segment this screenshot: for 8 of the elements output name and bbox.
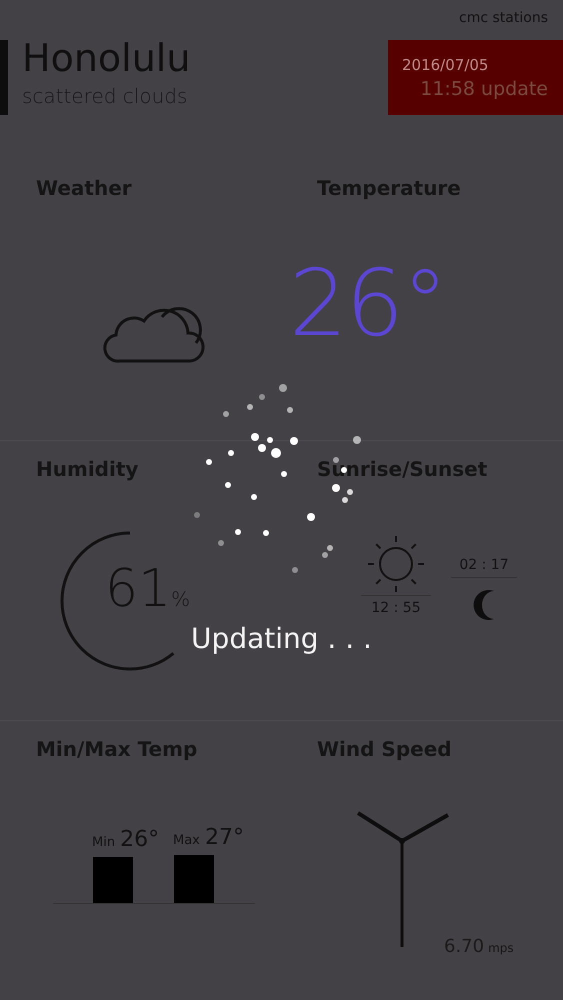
- max-bar: [174, 855, 214, 903]
- temperature-value: 26°: [289, 250, 446, 357]
- update-date: 2016/07/05: [401, 56, 488, 74]
- min-bar: [93, 857, 133, 903]
- humidity-unit: %: [171, 587, 190, 611]
- sun-icon: [365, 533, 427, 595]
- loading-message: Updating . . .: [191, 622, 372, 655]
- update-time: 11:58 update: [420, 78, 548, 100]
